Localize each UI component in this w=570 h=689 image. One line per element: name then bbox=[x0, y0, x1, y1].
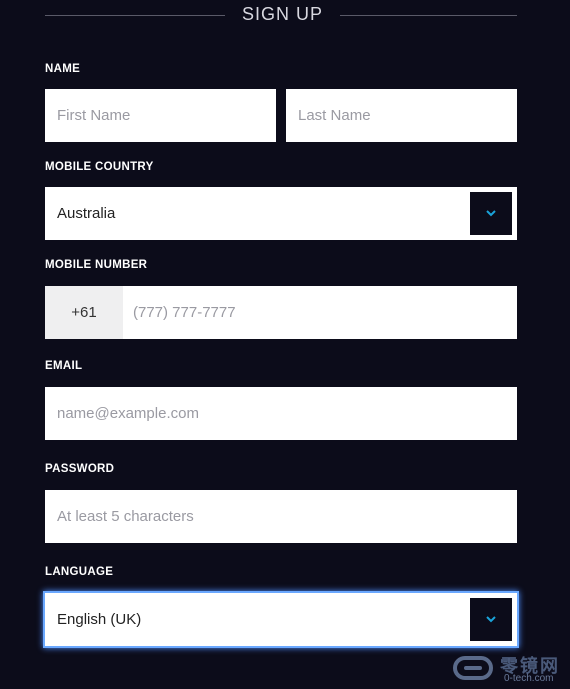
language-value: English (UK) bbox=[57, 611, 142, 628]
sign-up-header: SIGN UP bbox=[45, 0, 517, 30]
first-name-input[interactable] bbox=[45, 89, 276, 142]
password-input[interactable] bbox=[45, 490, 517, 543]
email-input[interactable] bbox=[45, 387, 517, 440]
mobile-country-dropdown-button[interactable] bbox=[470, 192, 512, 235]
chevron-down-icon bbox=[486, 616, 496, 623]
header-divider-left bbox=[45, 15, 225, 16]
name-label: NAME bbox=[45, 63, 81, 75]
watermark-logo: 零镜网 0-tech.com bbox=[452, 650, 570, 689]
goggles-logo-icon bbox=[453, 656, 493, 680]
language-select[interactable]: English (UK) bbox=[45, 593, 517, 646]
mobile-country-label: MOBILE COUNTRY bbox=[45, 161, 154, 173]
mobile-number-input[interactable] bbox=[123, 286, 517, 339]
country-code-prefix: +61 bbox=[45, 286, 123, 339]
mobile-number-label: MOBILE NUMBER bbox=[45, 259, 148, 271]
page-title: SIGN UP bbox=[241, 4, 323, 24]
email-label: EMAIL bbox=[45, 360, 83, 372]
mobile-country-select[interactable]: Australia bbox=[45, 187, 517, 240]
watermark-url: 0-tech.com bbox=[504, 673, 554, 684]
language-label: LANGUAGE bbox=[45, 566, 114, 578]
chevron-down-icon bbox=[486, 210, 496, 217]
last-name-input[interactable] bbox=[286, 89, 517, 142]
language-dropdown-button[interactable] bbox=[470, 598, 512, 641]
password-label: PASSWORD bbox=[45, 463, 115, 475]
mobile-country-value: Australia bbox=[57, 205, 116, 222]
header-divider-right bbox=[340, 15, 517, 16]
